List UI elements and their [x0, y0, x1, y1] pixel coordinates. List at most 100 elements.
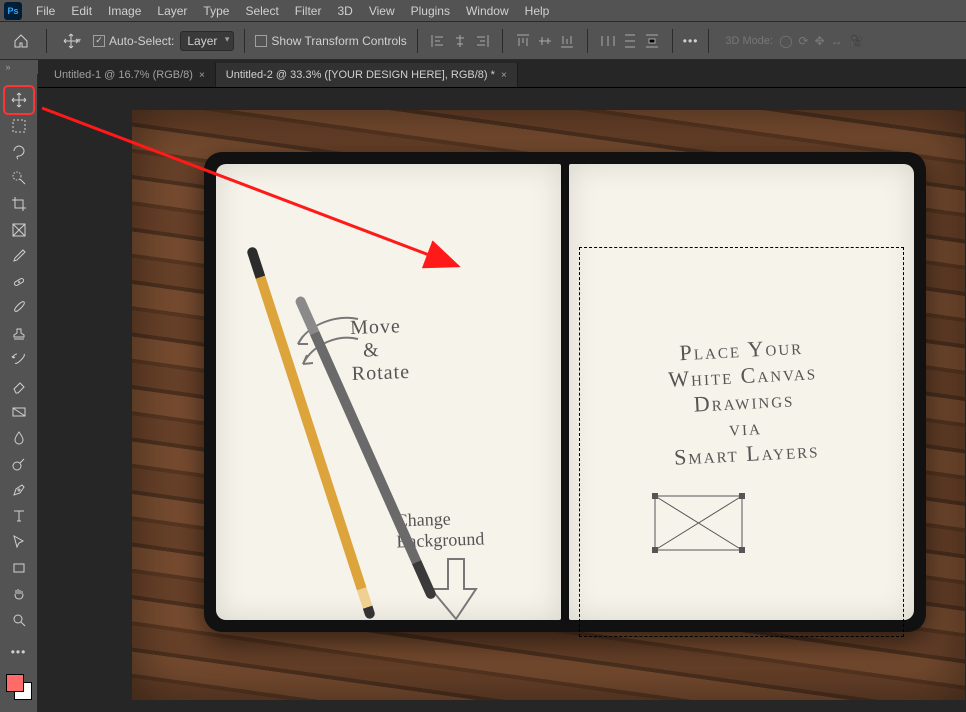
eraser-tool[interactable]	[6, 374, 32, 398]
show-transform-checkbox[interactable]: Show Transform Controls	[255, 34, 406, 48]
align-bottom-button[interactable]	[557, 31, 577, 51]
divider	[46, 29, 47, 53]
dropdown-caret-icon: ▾	[77, 36, 81, 45]
stamp-tool[interactable]	[6, 322, 32, 346]
more-dots-icon: •••	[683, 34, 699, 48]
dodge-tool[interactable]	[6, 452, 32, 476]
menu-view[interactable]: View	[361, 1, 403, 21]
align-left-button[interactable]	[428, 31, 448, 51]
move-tool[interactable]	[6, 88, 32, 112]
dodge-icon	[11, 456, 27, 472]
document-tabs: Untitled-1 @ 16.7% (RGB/8) × Untitled-2 …	[38, 60, 966, 88]
pen-tool[interactable]	[6, 478, 32, 502]
document-canvas[interactable]: Move & Rotate Change Background Place Yo…	[132, 110, 965, 700]
gradient-icon	[11, 404, 27, 420]
align-group-2	[513, 31, 577, 51]
menu-image[interactable]: Image	[100, 1, 149, 21]
chevrons-right-icon: »	[5, 62, 10, 72]
history-brush-icon	[11, 352, 27, 368]
close-tab-icon[interactable]: ×	[199, 70, 205, 81]
distribute-v-button[interactable]	[620, 31, 640, 51]
divider	[502, 29, 503, 53]
frame-tool[interactable]	[6, 218, 32, 242]
menu-type[interactable]: Type	[195, 1, 237, 21]
close-tab-icon[interactable]: ×	[501, 70, 507, 81]
shape-tool[interactable]	[6, 556, 32, 580]
zoom-tool[interactable]	[6, 608, 32, 632]
zoom-3d-icon[interactable]: 🎥	[849, 34, 864, 48]
align-right-icon	[474, 33, 490, 49]
move-icon	[11, 92, 27, 108]
marquee-tool[interactable]	[6, 114, 32, 138]
quick-select-tool[interactable]	[6, 166, 32, 190]
path-select-tool[interactable]	[6, 530, 32, 554]
hand-tool[interactable]	[6, 582, 32, 606]
menu-bar: Ps File Edit Image Layer Type Select Fil…	[0, 0, 966, 22]
blur-tool[interactable]	[6, 426, 32, 450]
home-button[interactable]	[6, 26, 36, 56]
brush-tool[interactable]	[6, 296, 32, 320]
document-tab-label: Untitled-2 @ 33.3% ([YOUR DESIGN HERE], …	[226, 69, 495, 81]
menu-file[interactable]: File	[28, 1, 63, 21]
expand-panels-button[interactable]: »	[0, 60, 16, 74]
align-top-icon	[515, 33, 531, 49]
distribute-v-icon	[622, 33, 638, 49]
notebook-mockup: Move & Rotate Change Background Place Yo…	[204, 152, 926, 632]
menu-plugins[interactable]: Plugins	[403, 1, 458, 21]
divider	[244, 29, 245, 53]
divider	[587, 29, 588, 53]
align-center-h-icon	[452, 33, 468, 49]
menu-layer[interactable]: Layer	[149, 1, 195, 21]
type-icon	[11, 508, 27, 524]
slide-3d-icon[interactable]: ↔	[831, 34, 843, 48]
document-tab[interactable]: Untitled-2 @ 33.3% ([YOUR DESIGN HERE], …	[216, 63, 518, 87]
menu-select[interactable]: Select	[237, 1, 286, 21]
menu-window[interactable]: Window	[458, 1, 517, 21]
eraser-icon	[11, 378, 27, 394]
canvas-area[interactable]: Move & Rotate Change Background Place Yo…	[38, 88, 966, 712]
distribute-spacing-button[interactable]	[642, 31, 662, 51]
toolbox: •••	[0, 74, 38, 712]
selection-marquee[interactable]	[579, 247, 904, 637]
lasso-icon	[11, 144, 27, 160]
healing-tool[interactable]	[6, 270, 32, 294]
distribute-h-button[interactable]	[598, 31, 618, 51]
divider	[417, 29, 418, 53]
distribute-h-icon	[600, 33, 616, 49]
align-right-button[interactable]	[472, 31, 492, 51]
edit-toolbar-button[interactable]: •••	[6, 640, 32, 664]
more-dots-icon: •••	[11, 645, 27, 659]
align-center-h-button[interactable]	[450, 31, 470, 51]
menu-edit[interactable]: Edit	[63, 1, 100, 21]
handwriting-move-rotate: Move & Rotate	[350, 315, 411, 386]
foreground-color-swatch[interactable]	[6, 674, 24, 692]
distribute-spacing-icon	[644, 33, 660, 49]
crop-icon	[11, 196, 27, 212]
color-swatches[interactable]	[6, 674, 32, 700]
lasso-tool[interactable]	[6, 140, 32, 164]
healing-icon	[11, 274, 27, 290]
menu-3d[interactable]: 3D	[329, 1, 360, 21]
auto-select-target-select[interactable]: Layer	[180, 31, 234, 51]
orbit-3d-icon[interactable]: ◯	[779, 34, 792, 48]
align-left-icon	[430, 33, 446, 49]
pan-3d-icon[interactable]: ✥	[815, 34, 825, 48]
roll-3d-icon[interactable]: ⟳	[799, 34, 809, 48]
crop-tool[interactable]	[6, 192, 32, 216]
type-tool[interactable]	[6, 504, 32, 528]
eyedropper-tool[interactable]	[6, 244, 32, 268]
align-center-v-button[interactable]	[535, 31, 555, 51]
more-options-button[interactable]: •••	[683, 34, 699, 48]
auto-select-checkbox[interactable]: Auto-Select:	[93, 34, 174, 48]
menu-filter[interactable]: Filter	[287, 1, 330, 21]
marquee-icon	[11, 118, 27, 134]
blur-icon	[11, 430, 27, 446]
align-top-button[interactable]	[513, 31, 533, 51]
gradient-tool[interactable]	[6, 400, 32, 424]
photoshop-logo-icon: Ps	[4, 2, 22, 20]
document-tab-label: Untitled-1 @ 16.7% (RGB/8)	[54, 69, 193, 81]
history-brush-tool[interactable]	[6, 348, 32, 372]
document-tab[interactable]: Untitled-1 @ 16.7% (RGB/8) ×	[44, 63, 216, 87]
align-group-1	[428, 31, 492, 51]
menu-help[interactable]: Help	[517, 1, 558, 21]
